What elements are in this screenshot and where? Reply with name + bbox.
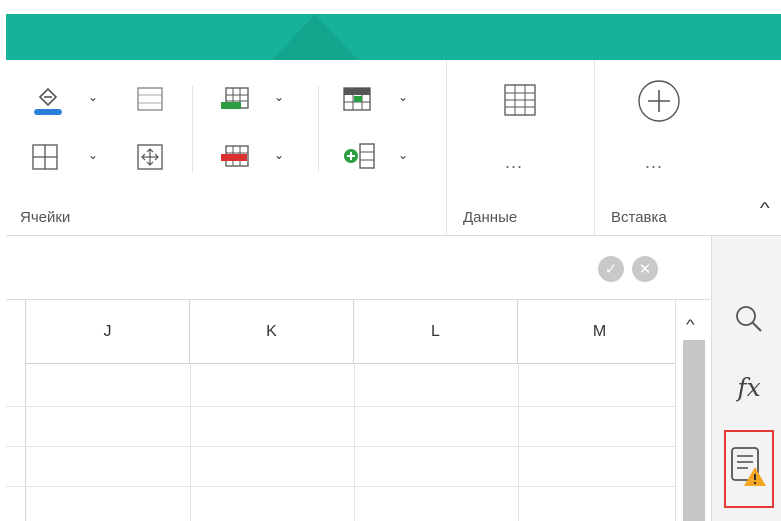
- collapse-ribbon-button[interactable]: ^: [760, 200, 770, 218]
- grid-row[interactable]: [6, 486, 682, 487]
- notes-warning-icon: [728, 445, 770, 494]
- spreadsheet-grid: J K L M: [6, 300, 710, 521]
- function-icon: fx: [737, 372, 761, 402]
- notes-warning-button[interactable]: [724, 430, 774, 508]
- column-header-l[interactable]: L: [354, 300, 518, 364]
- data-more-button[interactable]: ...: [505, 152, 523, 173]
- ribbon: ⌄ ⌄ ⌄ ⌄ ⌄ ⌄ Ячейки ... Данные ... Вставк…: [6, 60, 781, 236]
- data-group-label: Данные: [463, 209, 518, 226]
- title-bar: [0, 0, 781, 60]
- grid-row[interactable]: [6, 446, 682, 447]
- close-icon: ✕: [638, 261, 652, 278]
- insert-column-icon[interactable]: [340, 140, 378, 172]
- insert-group-label: Вставка: [611, 209, 667, 226]
- insert-cells-dropdown[interactable]: ⌄: [398, 90, 408, 104]
- insert-rows-icon[interactable]: [218, 84, 252, 114]
- fill-color-icon[interactable]: [28, 82, 68, 118]
- insert-cells-icon[interactable]: [340, 84, 374, 114]
- insert-more-button[interactable]: ...: [645, 152, 663, 173]
- column-header-m[interactable]: M: [518, 300, 682, 364]
- side-panel: fx: [711, 236, 781, 521]
- insert-rows-dropdown[interactable]: ⌄: [274, 90, 284, 104]
- function-button[interactable]: fx: [724, 362, 774, 412]
- borders-icon[interactable]: [28, 142, 62, 172]
- cells-group-label: Ячейки: [20, 209, 71, 226]
- confirm-button[interactable]: ✓: [598, 256, 624, 282]
- delete-rows-dropdown[interactable]: ⌄: [274, 148, 284, 162]
- borders-dropdown[interactable]: ⌄: [88, 148, 98, 162]
- vertical-scrollbar[interactable]: ^: [675, 300, 711, 521]
- data-group: ... Данные: [446, 60, 594, 236]
- grid-row[interactable]: [6, 406, 682, 407]
- fill-color-dropdown[interactable]: ⌄: [88, 90, 98, 104]
- delete-rows-icon[interactable]: [218, 142, 252, 172]
- search-button[interactable]: [724, 296, 774, 346]
- search-icon: [734, 304, 764, 339]
- formula-bar: ✓ ✕: [6, 236, 710, 300]
- scroll-thumb[interactable]: [683, 340, 705, 521]
- active-tab-indicator: [272, 14, 358, 60]
- cells-group: ⌄ ⌄ ⌄ ⌄ ⌄ ⌄ Ячейки: [6, 60, 446, 236]
- check-icon: ✓: [604, 261, 618, 278]
- insert-group: ... Вставка: [594, 60, 781, 236]
- cell-move-icon[interactable]: [134, 142, 166, 172]
- insert-column-dropdown[interactable]: ⌄: [398, 148, 408, 162]
- row-number-strip: [6, 300, 26, 521]
- title-band: [6, 14, 781, 60]
- insert-plus-icon[interactable]: [635, 78, 683, 124]
- column-header-j[interactable]: J: [26, 300, 190, 364]
- table-icon[interactable]: [499, 80, 541, 120]
- merge-cells-icon[interactable]: [134, 84, 166, 114]
- column-header-k[interactable]: K: [190, 300, 354, 364]
- scroll-up-button[interactable]: ^: [686, 316, 695, 332]
- cancel-button[interactable]: ✕: [632, 256, 658, 282]
